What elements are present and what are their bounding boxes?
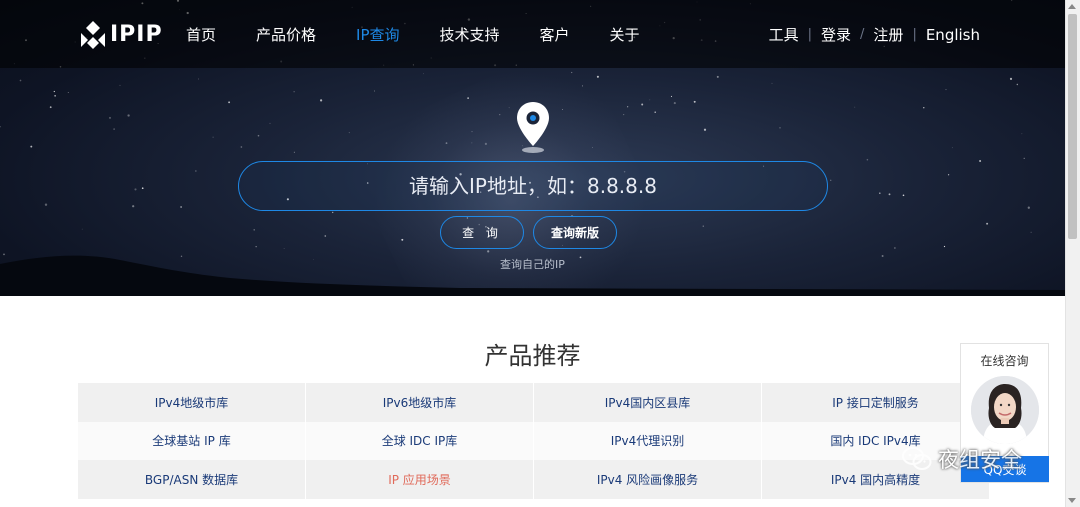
account-nav: 工具 | 登录 / 注册 | English	[769, 24, 980, 45]
new-query-button[interactable]: 查询新版	[533, 216, 617, 249]
watermark-text: 夜组安全	[938, 448, 1022, 472]
avatar-image	[971, 376, 1039, 444]
product-global-idc-db[interactable]: 全球 IDC IP库	[306, 421, 534, 460]
nav-english-link[interactable]: English	[926, 26, 980, 44]
main-nav: 首页 产品价格 IP查询 技术支持 客户 关于	[186, 24, 680, 45]
scroll-down-arrow-icon[interactable]	[1068, 498, 1076, 503]
product-row: IPv4地级市库 IPv6地级市库 IPv4国内区县库 IP 接口定制服务	[78, 383, 989, 422]
product-ipv4-risk-profile[interactable]: IPv4 风险画像服务	[534, 460, 762, 499]
nav-register-link[interactable]: 注册	[873, 24, 903, 45]
nav-item-pricing[interactable]: 产品价格	[256, 24, 316, 45]
nav-tools-link[interactable]: 工具	[769, 24, 799, 45]
ipip-logo[interactable]: IPIP	[78, 18, 163, 50]
consultant-avatar	[971, 376, 1039, 444]
product-ipv4-proxy-detect[interactable]: IPv4代理识别	[534, 421, 762, 460]
nav-separator: |	[912, 27, 917, 42]
location-pin-icon	[517, 102, 549, 153]
query-own-ip-link[interactable]: 查询自己的IP	[0, 256, 1065, 272]
wechat-icon	[902, 447, 932, 470]
product-base-station-db[interactable]: 全球基站 IP 库	[78, 421, 306, 460]
page-scrollbar[interactable]	[1065, 0, 1080, 507]
product-ip-api-custom[interactable]: IP 接口定制服务	[762, 383, 989, 422]
ipip-logo-icon	[81, 21, 105, 49]
product-row: 全球基站 IP 库 全球 IDC IP库 IPv4代理识别 国内 IDC IPv…	[78, 421, 989, 460]
logo-text: IPIP	[110, 21, 163, 47]
nav-item-home[interactable]: 首页	[186, 24, 216, 45]
product-ip-scenario[interactable]: IP 应用场景	[306, 460, 534, 499]
hero-banner: IPIP 首页 产品价格 IP查询 技术支持 客户 关于 工具 | 登录 / 注…	[0, 0, 1065, 296]
product-bgp-asn-db[interactable]: BGP/ASN 数据库	[78, 460, 306, 499]
product-ipv4-county-db[interactable]: IPv4国内区县库	[534, 383, 762, 422]
scroll-up-arrow-icon[interactable]	[1068, 4, 1076, 9]
wechat-watermark: 夜组安全	[902, 444, 1022, 474]
consult-title: 在线咨询	[980, 354, 1029, 368]
product-grid: IPv4地级市库 IPv6地级市库 IPv4国内区县库 IP 接口定制服务 全球…	[78, 383, 989, 499]
product-row: BGP/ASN 数据库 IP 应用场景 IPv4 风险画像服务 IPv4 国内高…	[78, 460, 989, 499]
product-ipv4-city-db[interactable]: IPv4地级市库	[78, 383, 306, 422]
product-ipv6-city-db[interactable]: IPv6地级市库	[306, 383, 534, 422]
products-section-title: 产品推荐	[484, 342, 581, 370]
nav-login-link[interactable]: 登录	[821, 24, 851, 45]
nav-item-support[interactable]: 技术支持	[440, 24, 500, 45]
nav-item-ip-query[interactable]: IP查询	[356, 24, 399, 45]
query-button[interactable]: 查 询	[440, 216, 524, 249]
scroll-thumb[interactable]	[1068, 14, 1077, 239]
nav-item-about[interactable]: 关于	[610, 24, 640, 45]
nav-item-customers[interactable]: 客户	[540, 24, 570, 45]
ip-search-box[interactable]	[238, 161, 828, 211]
nav-separator: /	[860, 27, 865, 42]
ip-search-input[interactable]	[239, 174, 827, 198]
top-navbar: IPIP 首页 产品价格 IP查询 技术支持 客户 关于 工具 | 登录 / 注…	[0, 0, 1065, 68]
nav-separator: |	[807, 27, 813, 42]
